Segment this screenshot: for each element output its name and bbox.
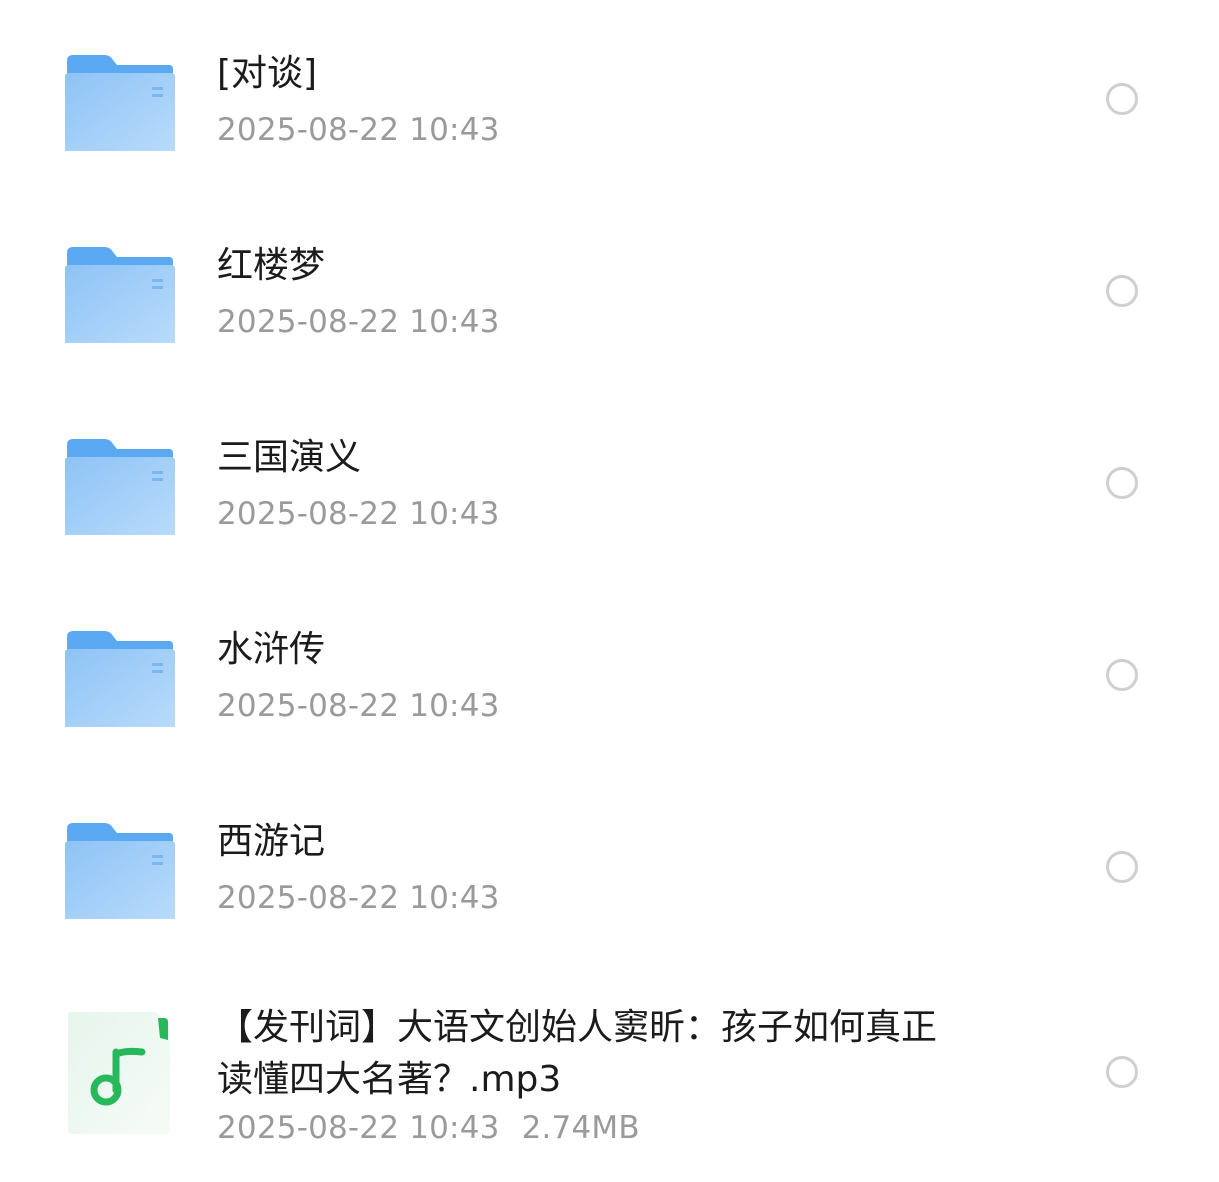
list-item-audio-file[interactable]: 【发刊词】大语文创始人窦昕：孩子如何真正 读懂四大名著？.mp3 2025-08… [0,984,1219,1182]
list-item-folder[interactable]: 水浒传 2025-08-22 10:43 [0,580,1219,772]
music-note-icon [68,1012,170,1134]
select-radio[interactable] [1106,83,1138,115]
item-name: 水浒传 [217,629,326,670]
folder-icon [65,247,175,343]
item-meta: 2025-08-22 10:43 2.74MB [217,1108,640,1148]
item-date: 2025-08-22 10:43 [217,112,500,148]
item-name: [对谈] [217,53,318,94]
item-date: 2025-08-22 10:43 [217,496,500,532]
item-name: 西游记 [217,821,326,862]
item-name-line-1: 【发刊词】大语文创始人窦昕：孩子如何真正 [217,1007,938,1048]
folder-icon [65,439,175,535]
file-list: [对谈] 2025-08-22 10:43 红楼梦 2025-08-22 10:… [0,0,1219,1182]
item-name: 红楼梦 [217,245,326,286]
item-name: 【发刊词】大语文创始人窦昕：孩子如何真正 读懂四大名著？.mp3 [217,1002,1017,1106]
select-radio[interactable] [1106,1056,1138,1088]
item-name-line-2: 读懂四大名著？.mp3 [217,1059,562,1100]
item-name: 三国演义 [217,437,362,478]
folder-icon [65,823,175,919]
list-item-folder[interactable]: 红楼梦 2025-08-22 10:43 [0,196,1219,388]
item-date: 2025-08-22 10:43 [217,304,500,340]
select-radio[interactable] [1106,659,1138,691]
list-item-folder[interactable]: [对谈] 2025-08-22 10:43 [0,4,1219,196]
folder-icon [65,631,175,727]
file-size: 2.74MB [521,1110,640,1146]
item-date: 2025-08-22 10:43 [217,688,500,724]
select-radio[interactable] [1106,467,1138,499]
item-date: 2025-08-22 10:43 [217,880,500,916]
folder-icon [65,55,175,151]
select-radio[interactable] [1106,851,1138,883]
select-radio[interactable] [1106,275,1138,307]
list-item-folder[interactable]: 三国演义 2025-08-22 10:43 [0,388,1219,580]
item-date: 2025-08-22 10:43 [217,1110,500,1146]
list-item-folder[interactable]: 西游记 2025-08-22 10:43 [0,772,1219,964]
